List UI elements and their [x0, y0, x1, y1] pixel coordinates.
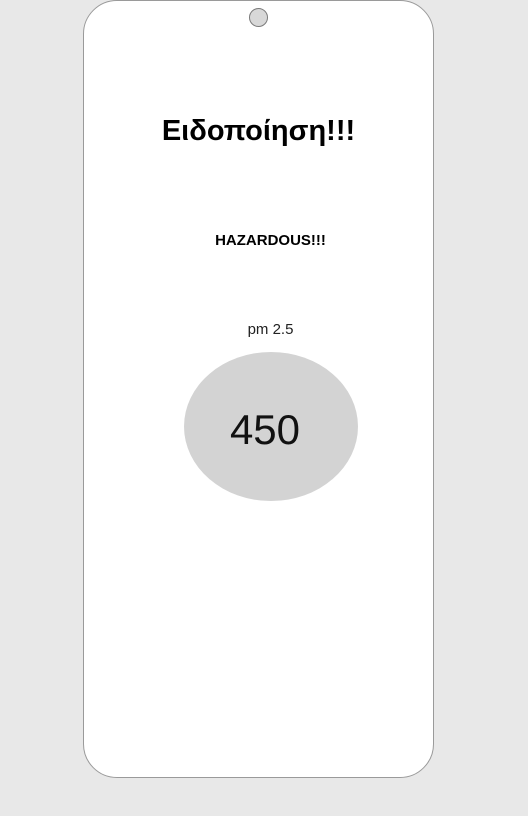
pollutant-label: pm 2.5	[247, 321, 294, 338]
notification-title: Ειδοποίηση!!!	[161, 115, 356, 147]
pollutant-value-bubble: 450	[184, 352, 358, 501]
air-quality-status: HAZARDOUS!!!	[215, 232, 326, 249]
pollutant-value: 450	[229, 405, 301, 453]
front-camera-icon	[249, 8, 268, 27]
phone-frame: Ειδοποίηση!!! HAZARDOUS!!! pm 2.5 450	[83, 0, 434, 778]
